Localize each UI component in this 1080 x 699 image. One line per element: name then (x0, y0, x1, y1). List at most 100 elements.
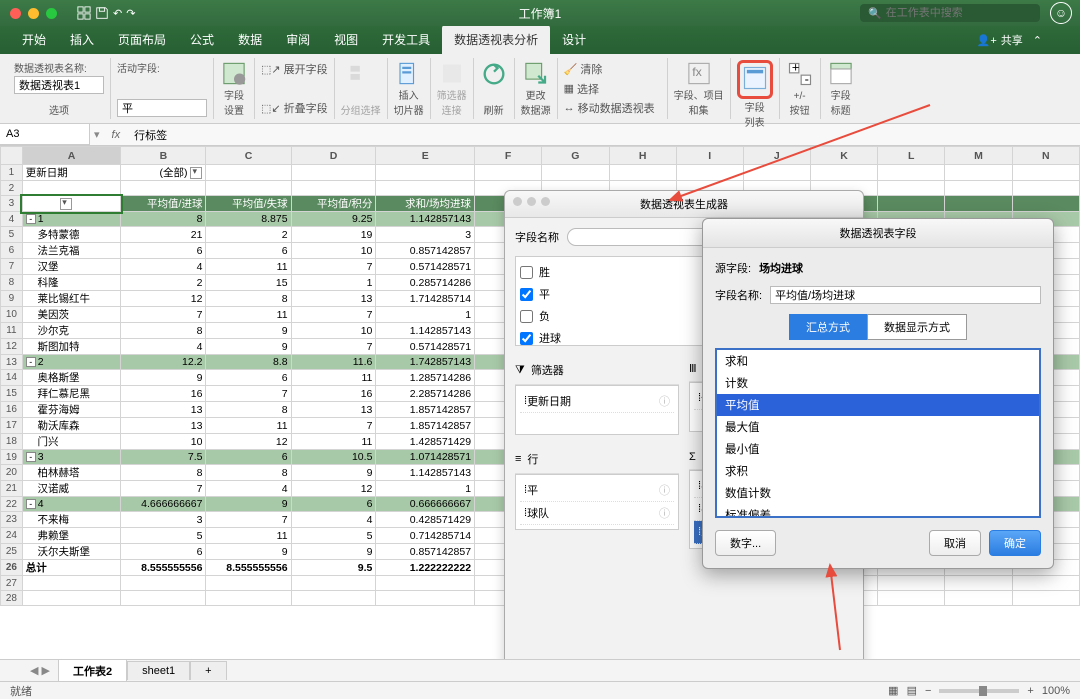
aggregation-list[interactable]: 求和计数平均值最大值最小值求积数值计数标准偏差 (715, 348, 1041, 518)
tab-6[interactable]: 视图 (322, 25, 370, 54)
collapse-field-button[interactable]: ⬚↙折叠字段 (261, 99, 328, 117)
columns-icon: Ⅲ (689, 362, 697, 375)
filter-drop[interactable]: ⁞ 更新日期ⓘ (515, 385, 679, 435)
options-button[interactable]: 选项 (49, 102, 69, 117)
drop-item[interactable]: ⁞ 更新日期ⓘ (520, 390, 674, 413)
agg-option[interactable]: 最大值 (717, 416, 1039, 438)
zoom-icon[interactable] (46, 8, 57, 19)
tab-9[interactable]: 设计 (550, 25, 598, 54)
pvt-name-input[interactable] (14, 76, 104, 94)
ok-button[interactable]: 确定 (989, 530, 1041, 556)
rows-section: ≡行 (515, 445, 679, 474)
dialog-title: 数据透视表字段 (703, 219, 1053, 248)
cancel-button[interactable]: 取消 (929, 530, 981, 556)
add-sheet-button[interactable]: + (190, 661, 226, 680)
ribbon-tabs: 开始插入页面布局公式数据审阅视图开发工具数据透视表分析设计 👤+ 共享 ⌃ (0, 26, 1080, 54)
tab-1[interactable]: 插入 (58, 25, 106, 54)
zoom-value[interactable]: 100% (1042, 685, 1070, 697)
agg-option[interactable]: 平均值 (717, 394, 1039, 416)
dropdown-icon[interactable]: ▾ (90, 128, 104, 141)
search-box[interactable]: 🔍 (860, 4, 1040, 22)
tab-5[interactable]: 审阅 (274, 25, 322, 54)
field-name-label: 字段名称 (515, 229, 559, 245)
agg-option[interactable]: 标准偏差 (717, 504, 1039, 518)
tab-4[interactable]: 数据 (226, 25, 274, 54)
group-icon (347, 60, 375, 88)
clear-button[interactable]: 🧹清除 (564, 60, 603, 78)
formula-value[interactable]: 行标签 (128, 125, 173, 145)
change-ds-icon[interactable] (522, 60, 550, 87)
feedback-icon[interactable]: ☺ (1050, 2, 1072, 24)
number-format-button[interactable]: 数字... (715, 530, 776, 556)
svg-text:fx: fx (692, 65, 702, 79)
share-button[interactable]: 👤+ 共享 ⌃ (969, 26, 1050, 54)
tab-2[interactable]: 页面布局 (106, 25, 178, 54)
view-normal-icon[interactable]: ▦ (888, 684, 898, 697)
sheet-tab[interactable]: 工作表2 (58, 659, 127, 682)
agg-option[interactable]: 数值计数 (717, 482, 1039, 504)
field-name-input[interactable] (770, 286, 1041, 304)
search-icon: 🔍 (868, 7, 882, 20)
minimize-icon[interactable] (28, 8, 39, 19)
name-box[interactable] (0, 124, 90, 145)
fields-items-icon[interactable]: fx (685, 60, 713, 87)
pm-buttons-icon[interactable]: +- (786, 60, 814, 88)
svg-text:-: - (804, 71, 808, 86)
zoom-slider[interactable] (939, 689, 1019, 693)
agg-option[interactable]: 求积 (717, 460, 1039, 482)
rows-drop[interactable]: ⁞ 平ⓘ⁞ 球队ⓘ (515, 474, 679, 530)
drop-item[interactable]: ⁞ 平ⓘ (520, 479, 674, 502)
zoom-in-icon[interactable]: + (1027, 685, 1033, 697)
svg-text:+: + (791, 60, 799, 75)
formula-bar: ▾ fx 行标签 (0, 124, 1080, 146)
save-icon[interactable] (95, 6, 109, 20)
tab-3[interactable]: 公式 (178, 25, 226, 54)
document-title: 工作簿1 (519, 5, 562, 22)
drop-item[interactable]: ⁞ 球队ⓘ (520, 502, 674, 525)
expand-field-button[interactable]: ⬚↗展开字段 (261, 60, 328, 78)
search-input[interactable] (886, 7, 1032, 19)
sheet-nav-icon[interactable]: ◀ ▶ (30, 664, 50, 677)
field-settings-icon[interactable] (220, 60, 248, 87)
slicer-icon[interactable] (395, 60, 423, 87)
source-field-label: 源字段: (715, 260, 751, 276)
agg-option[interactable]: 计数 (717, 372, 1039, 394)
pivot-field-dialog: 数据透视表字段 源字段:场均进球 字段名称: 汇总方式 数据显示方式 求和计数平… (702, 218, 1054, 569)
active-field-label: 活动字段: (117, 60, 160, 75)
panel-close-icon[interactable] (513, 197, 522, 206)
move-pvt-button[interactable]: ↔移动数据透视表 (564, 99, 655, 117)
agg-option[interactable]: 求和 (717, 350, 1039, 372)
home-icon[interactable] (77, 6, 91, 20)
filter-section: ⧩筛选器 (515, 356, 679, 385)
seg-summary[interactable]: 汇总方式 (789, 314, 867, 340)
field-headers-icon[interactable] (827, 60, 855, 87)
pvt-name-label: 数据透视表名称: (14, 60, 87, 75)
window-controls (0, 8, 57, 19)
seg-display[interactable]: 数据显示方式 (867, 314, 967, 340)
field-list-highlight (737, 60, 773, 99)
fx-icon[interactable]: fx (104, 129, 129, 141)
agg-option[interactable]: 最小值 (717, 438, 1039, 460)
refresh-icon[interactable] (480, 60, 508, 88)
rows-icon: ≡ (515, 453, 521, 465)
titlebar: ↶↷ 工作簿1 🔍 ☺ (0, 0, 1080, 26)
sheet-tabs: ◀ ▶ 工作表2sheet1+ (0, 659, 1080, 681)
segment-control[interactable]: 汇总方式 数据显示方式 (789, 314, 967, 340)
status-ready: 就绪 (10, 683, 32, 699)
zoom-out-icon[interactable]: − (925, 685, 931, 697)
view-layout-icon[interactable]: ▤ (907, 684, 917, 697)
status-bar: 就绪 ▦ ▤ − + 100% (0, 681, 1080, 699)
sheet-tab[interactable]: sheet1 (127, 661, 190, 680)
filter-icon: ⧩ (515, 364, 525, 377)
tab-8[interactable]: 数据透视表分析 (442, 25, 550, 54)
field-list-icon[interactable] (741, 64, 769, 92)
panel-title: 数据透视表生成器 (505, 191, 863, 218)
filter-conn-icon (438, 60, 466, 87)
select-button[interactable]: ▦选择 (564, 80, 599, 98)
tab-0[interactable]: 开始 (10, 25, 58, 54)
close-icon[interactable] (10, 8, 21, 19)
ribbon: 数据透视表名称: 选项 活动字段: 字段 设置 ⬚↗展开字段 ⬚↙折叠字段 分组… (0, 54, 1080, 124)
tab-7[interactable]: 开发工具 (370, 25, 442, 54)
field-name-label: 字段名称: (715, 287, 762, 303)
active-field-input[interactable] (117, 99, 207, 117)
